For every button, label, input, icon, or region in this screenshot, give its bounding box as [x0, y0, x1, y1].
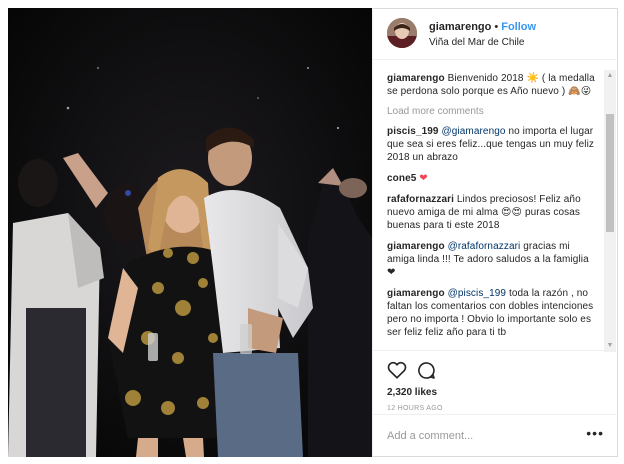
likes-count[interactable]: 2,320 likes: [387, 387, 437, 398]
scroll-thumb[interactable]: [606, 114, 614, 232]
profile-avatar[interactable]: [387, 18, 417, 48]
comments-section: giamarengo Bienvenido 2018 ☀️ ( la medal…: [373, 60, 619, 350]
comment-username[interactable]: cone5: [387, 173, 416, 184]
post-actions: 2,320 likes 12 HOURS AGO: [373, 350, 618, 414]
comment-username[interactable]: giamarengo: [387, 241, 445, 252]
comment-bubble-icon[interactable]: [417, 361, 436, 385]
heart-outline-icon[interactable]: [387, 361, 407, 384]
post-location[interactable]: Viña del Mar de Chile: [429, 37, 524, 48]
comment-item: giamarengo @rafafornazzari gracias mi am…: [387, 240, 597, 279]
add-comment-bar: •••: [373, 414, 618, 457]
post-side-panel: giamarengo • Follow Viña del Mar de Chile …: [372, 8, 618, 457]
comment-mention[interactable]: @giamarengo: [442, 126, 506, 137]
comment-item: piscis_199 @giamarengo no importa el lug…: [387, 125, 597, 164]
comment-username[interactable]: rafafornazzari: [387, 194, 454, 205]
party-photo-image: [8, 8, 372, 457]
comment-mention[interactable]: @rafafornazzari: [448, 241, 521, 252]
load-more-comments-button[interactable]: Load more comments: [387, 106, 597, 117]
comment-text: ❤: [419, 173, 428, 184]
comment-item: giamarengo @piscis_199 toda la razón , n…: [387, 287, 597, 339]
scroll-up-arrow-icon[interactable]: ▲: [604, 70, 616, 82]
comment-item: rafafornazzari Lindos preciosos! Feliz a…: [387, 193, 597, 232]
post-photo[interactable]: [8, 8, 372, 457]
header-separator: •: [494, 21, 499, 33]
comment-item: cone5 ❤: [387, 172, 597, 185]
post-timestamp[interactable]: 12 HOURS AGO: [387, 405, 443, 412]
avatar-image: [387, 18, 417, 48]
caption-username[interactable]: giamarengo: [387, 73, 445, 84]
comment-username[interactable]: giamarengo: [387, 288, 445, 299]
header-username[interactable]: giamarengo: [429, 21, 491, 33]
comment-username[interactable]: piscis_199: [387, 126, 439, 137]
add-comment-input[interactable]: [387, 427, 577, 445]
caption: giamarengo Bienvenido 2018 ☀️ ( la medal…: [387, 72, 597, 98]
follow-button[interactable]: Follow: [501, 21, 536, 33]
comments-scrollbar[interactable]: ▲ ▼: [604, 70, 616, 352]
post-header: giamarengo • Follow Viña del Mar de Chile: [373, 8, 618, 60]
header-user-row: giamarengo • Follow: [429, 21, 536, 33]
comment-mention[interactable]: @piscis_199: [448, 288, 507, 299]
comment-list: giamarengo Bienvenido 2018 ☀️ ( la medal…: [387, 72, 597, 347]
more-options-icon[interactable]: •••: [586, 426, 604, 440]
